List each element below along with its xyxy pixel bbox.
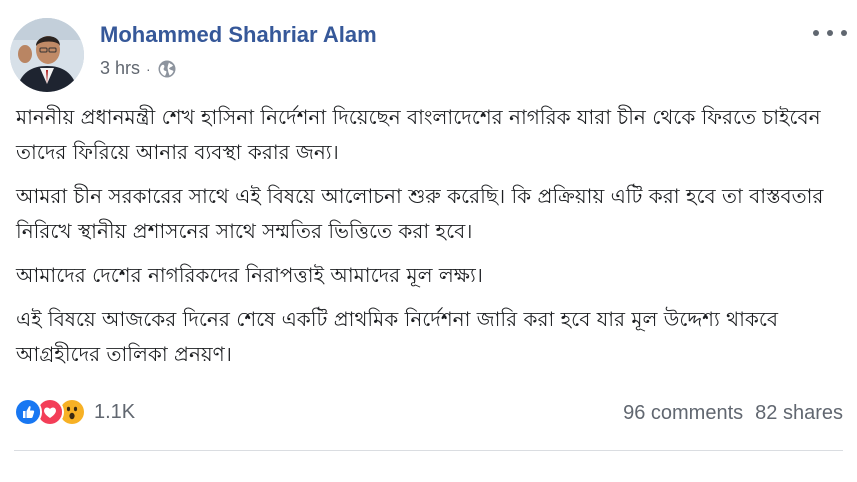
avatar-image [10,18,84,92]
post-paragraph: এই বিষয়ে আজকের দিনের শেষে একটি প্রাথমিক… [16,307,779,366]
author-name[interactable]: Mohammed Shahriar Alam [100,22,377,48]
post-paragraph: আমাদের দেশের নাগরিকদের নিরাপত্তাই আমাদের… [16,263,483,287]
more-dot [841,30,847,36]
post-paragraph: আমরা চীন সরকারের সাথে এই বিষয়ে আলোচনা শ… [16,184,824,243]
shares-count-link[interactable]: 82 shares [755,402,843,425]
facebook-post: Mohammed Shahriar Alam 3 hrs · মাননীয় প… [0,0,857,482]
more-dot [827,30,833,36]
like-icon [14,398,42,426]
post-paragraph: মাননীয় প্রধানমন্ত্রী শেখ হাসিনা নির্দেশ… [16,105,821,164]
author-avatar[interactable] [10,18,84,92]
reactions-summary[interactable]: 1.1K [14,398,135,426]
meta-separator: · [146,60,151,77]
more-options-icon[interactable] [813,26,847,40]
globe-icon[interactable] [157,59,177,79]
engagement-counts: 96 comments 82 shares [623,402,843,425]
post-timestamp[interactable]: 3 hrs [100,58,140,79]
post-meta: 3 hrs · [100,58,177,79]
post-body: মাননীয় প্রধানমন্ত্রী শেখ হাসিনা নির্দেশ… [16,100,846,381]
reaction-count: 1.1K [94,400,136,423]
footer-divider [14,450,843,451]
more-dot [813,30,819,36]
comments-count-link[interactable]: 96 comments [623,402,743,425]
